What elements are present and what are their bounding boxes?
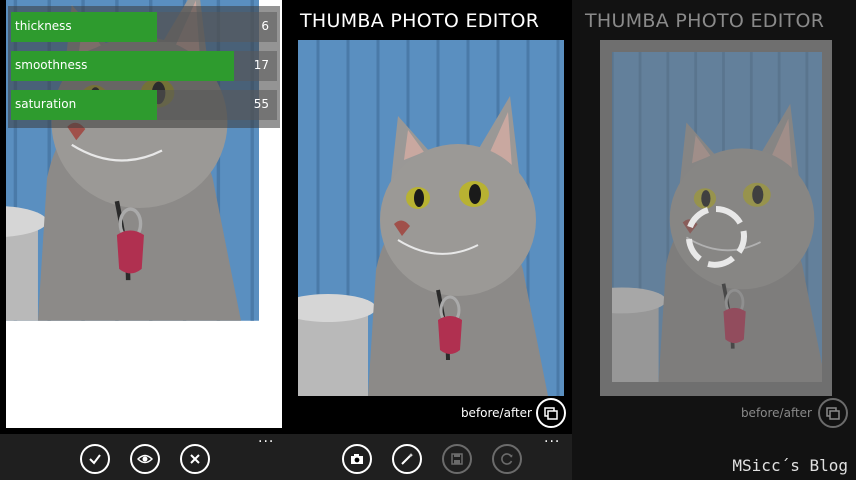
processing-panel: THUMBA PHOTO EDITOR before/after bbox=[572, 0, 856, 480]
before-after-button[interactable] bbox=[818, 398, 848, 428]
slider-value: 6 bbox=[261, 19, 269, 33]
slider-value: 17 bbox=[253, 58, 269, 72]
app-bar: ... bbox=[286, 430, 572, 480]
more-options-button[interactable]: ... bbox=[544, 430, 560, 446]
settings-sliders: thickness 6 smoothness 17 saturation 55 bbox=[8, 6, 280, 128]
check-icon bbox=[89, 454, 101, 465]
before-after-button[interactable] bbox=[536, 398, 566, 428]
save-button[interactable] bbox=[442, 444, 472, 474]
save-icon bbox=[451, 453, 463, 465]
original-photo bbox=[298, 40, 564, 396]
editor-settings-panel: thickness 6 smoothness 17 saturation 55 … bbox=[0, 0, 286, 480]
compare-images-icon bbox=[826, 407, 840, 420]
slider-smoothness[interactable]: smoothness 17 bbox=[11, 51, 277, 81]
app-title: THUMBA PHOTO EDITOR bbox=[300, 10, 540, 32]
refresh-button[interactable] bbox=[492, 444, 522, 474]
app-bar: ... bbox=[0, 430, 286, 480]
app-title: THUMBA PHOTO EDITOR bbox=[585, 10, 825, 32]
preview-button[interactable] bbox=[130, 444, 160, 474]
camera-button[interactable] bbox=[342, 444, 372, 474]
magic-wand-icon bbox=[401, 453, 414, 465]
camera-icon bbox=[351, 454, 363, 464]
eye-icon bbox=[137, 454, 153, 464]
main-editor-panel: THUMBA PHOTO EDITOR before/after ... bbox=[286, 0, 572, 480]
before-after-label: before/after bbox=[460, 406, 532, 420]
slider-saturation[interactable]: saturation 55 bbox=[11, 90, 277, 120]
slider-thickness[interactable]: thickness 6 bbox=[11, 12, 277, 42]
before-after-label: before/after bbox=[740, 406, 812, 420]
watermark: MSicc´s Blog bbox=[732, 456, 848, 475]
cancel-button[interactable] bbox=[180, 444, 210, 474]
slider-value: 55 bbox=[253, 97, 269, 111]
loading-spinner-icon bbox=[686, 206, 747, 268]
effects-button[interactable] bbox=[392, 444, 422, 474]
slider-label: smoothness bbox=[15, 58, 88, 72]
more-options-button[interactable]: ... bbox=[258, 430, 274, 446]
slider-label: thickness bbox=[15, 19, 72, 33]
compare-images-icon bbox=[544, 407, 558, 420]
accept-button[interactable] bbox=[80, 444, 110, 474]
refresh-icon bbox=[501, 453, 513, 465]
close-icon bbox=[190, 454, 200, 464]
slider-label: saturation bbox=[15, 97, 77, 111]
